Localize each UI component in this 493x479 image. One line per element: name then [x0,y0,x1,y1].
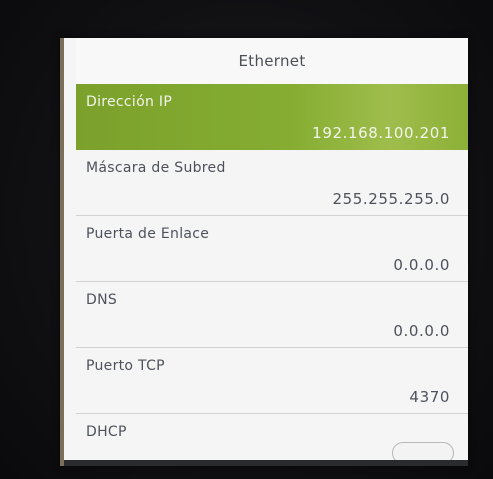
subnet-mask-label: Máscara de Subred [86,160,226,176]
tcp-port-value: 4370 [409,388,450,406]
setting-row-tcp-port[interactable]: Puerto TCP 4370 [76,348,468,414]
setting-row-subnet-mask[interactable]: Máscara de Subred 255.255.255.0 [76,150,468,216]
dns-value: 0.0.0.0 [393,322,450,340]
dhcp-label: DHCP [86,424,127,440]
setting-row-dhcp[interactable]: DHCP [76,414,468,466]
tcp-port-label: Puerto TCP [86,358,165,374]
setting-row-gateway[interactable]: Puerta de Enlace 0.0.0.0 [76,216,468,282]
setting-row-ip-address[interactable]: Dirección IP 192.168.100.201 [76,84,468,150]
device-screen: Ethernet Dirección IP 192.168.100.201 Má… [60,38,468,466]
page-title-label: Ethernet [238,52,306,70]
gateway-label: Puerta de Enlace [86,226,210,242]
ip-address-value: 192.168.100.201 [312,124,450,142]
gateway-value: 0.0.0.0 [393,256,450,274]
dns-label: DNS [86,292,118,308]
page-title: Ethernet [76,38,468,86]
setting-row-dns[interactable]: DNS 0.0.0.0 [76,282,468,348]
subnet-mask-value: 255.255.255.0 [332,190,450,208]
ethernet-settings-list: Dirección IP 192.168.100.201 Máscara de … [76,84,468,466]
screen-bottom-edge [64,460,468,466]
ip-address-label: Dirección IP [86,94,173,110]
